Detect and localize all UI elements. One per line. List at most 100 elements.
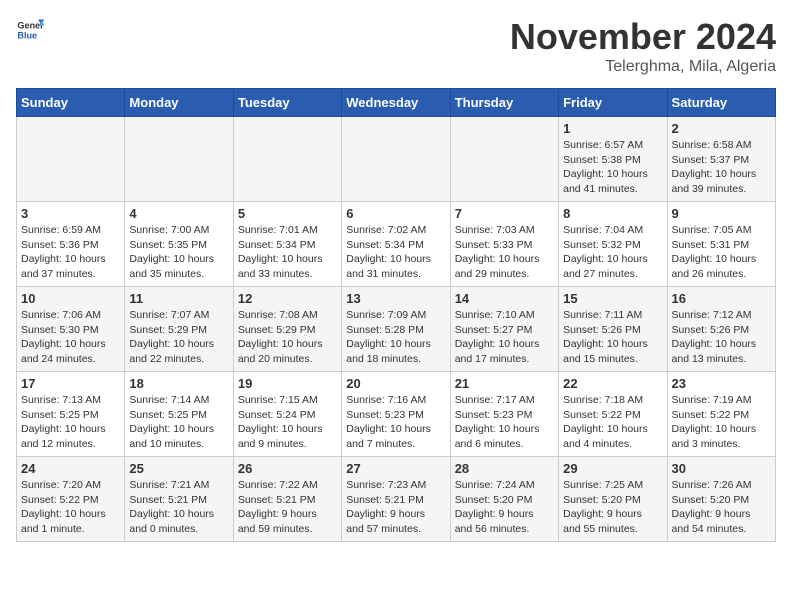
calendar-day-cell <box>342 117 450 202</box>
day-info: Sunrise: 7:05 AM Sunset: 5:31 PM Dayligh… <box>672 223 771 282</box>
weekday-header-cell: Monday <box>125 89 233 117</box>
weekday-header-cell: Saturday <box>667 89 775 117</box>
day-number: 21 <box>455 376 554 391</box>
title-area: November 2024 Telerghma, Mila, Algeria <box>510 16 776 76</box>
calendar-day-cell: 25 Sunrise: 7:21 AM Sunset: 5:21 PM Dayli… <box>125 457 233 542</box>
calendar-day-cell <box>450 117 558 202</box>
day-info: Sunrise: 7:15 AM Sunset: 5:24 PM Dayligh… <box>238 393 337 452</box>
day-number: 12 <box>238 291 337 306</box>
calendar-day-cell: 9 Sunrise: 7:05 AM Sunset: 5:31 PM Daylig… <box>667 202 775 287</box>
calendar-week-row: 24 Sunrise: 7:20 AM Sunset: 5:22 PM Dayli… <box>17 457 776 542</box>
calendar-day-cell: 16Sunrise: 7:12 AM Sunset: 5:26 PM Dayli… <box>667 287 775 372</box>
calendar-day-cell <box>233 117 341 202</box>
calendar-table: SundayMondayTuesdayWednesdayThursdayFrid… <box>16 88 776 542</box>
month-title: November 2024 <box>510 16 776 58</box>
day-info: Sunrise: 7:03 AM Sunset: 5:33 PM Dayligh… <box>455 223 554 282</box>
day-info: Sunrise: 7:26 AM Sunset: 5:20 PM Dayligh… <box>672 478 771 537</box>
day-number: 17 <box>21 376 120 391</box>
calendar-day-cell: 26Sunrise: 7:22 AM Sunset: 5:21 PM Dayli… <box>233 457 341 542</box>
calendar-day-cell: 13 Sunrise: 7:09 AM Sunset: 5:28 PM Dayli… <box>342 287 450 372</box>
day-number: 3 <box>21 206 120 221</box>
day-number: 8 <box>563 206 662 221</box>
day-number: 27 <box>346 461 445 476</box>
calendar-week-row: 1 Sunrise: 6:57 AM Sunset: 5:38 PM Daylig… <box>17 117 776 202</box>
calendar-day-cell: 15 Sunrise: 7:11 AM Sunset: 5:26 PM Dayli… <box>559 287 667 372</box>
day-info: Sunrise: 7:11 AM Sunset: 5:26 PM Dayligh… <box>563 308 662 367</box>
day-info: Sunrise: 7:19 AM Sunset: 5:22 PM Dayligh… <box>672 393 771 452</box>
day-number: 20 <box>346 376 445 391</box>
calendar-day-cell: 28 Sunrise: 7:24 AM Sunset: 5:20 PM Dayli… <box>450 457 558 542</box>
calendar-week-row: 3Sunrise: 6:59 AM Sunset: 5:36 PM Daylig… <box>17 202 776 287</box>
calendar-day-cell: 30 Sunrise: 7:26 AM Sunset: 5:20 PM Dayli… <box>667 457 775 542</box>
calendar-day-cell: 6 Sunrise: 7:02 AM Sunset: 5:34 PM Daylig… <box>342 202 450 287</box>
day-number: 18 <box>129 376 228 391</box>
day-info: Sunrise: 7:14 AM Sunset: 5:25 PM Dayligh… <box>129 393 228 452</box>
calendar-day-cell: 27 Sunrise: 7:23 AM Sunset: 5:21 PM Dayli… <box>342 457 450 542</box>
calendar-day-cell: 20Sunrise: 7:16 AM Sunset: 5:23 PM Dayli… <box>342 372 450 457</box>
calendar-day-cell: 11 Sunrise: 7:07 AM Sunset: 5:29 PM Dayli… <box>125 287 233 372</box>
calendar-day-cell: 24 Sunrise: 7:20 AM Sunset: 5:22 PM Dayli… <box>17 457 125 542</box>
day-number: 28 <box>455 461 554 476</box>
calendar-week-row: 10Sunrise: 7:06 AM Sunset: 5:30 PM Dayli… <box>17 287 776 372</box>
calendar-day-cell: 10Sunrise: 7:06 AM Sunset: 5:30 PM Dayli… <box>17 287 125 372</box>
calendar-week-row: 17 Sunrise: 7:13 AM Sunset: 5:25 PM Dayli… <box>17 372 776 457</box>
day-info: Sunrise: 7:13 AM Sunset: 5:25 PM Dayligh… <box>21 393 120 452</box>
calendar-day-cell: 23 Sunrise: 7:19 AM Sunset: 5:22 PM Dayli… <box>667 372 775 457</box>
day-number: 24 <box>21 461 120 476</box>
weekday-header-cell: Thursday <box>450 89 558 117</box>
day-number: 11 <box>129 291 228 306</box>
weekday-header-cell: Sunday <box>17 89 125 117</box>
day-number: 14 <box>455 291 554 306</box>
calendar-day-cell: 3Sunrise: 6:59 AM Sunset: 5:36 PM Daylig… <box>17 202 125 287</box>
calendar-day-cell: 1 Sunrise: 6:57 AM Sunset: 5:38 PM Daylig… <box>559 117 667 202</box>
day-info: Sunrise: 7:23 AM Sunset: 5:21 PM Dayligh… <box>346 478 445 537</box>
day-info: Sunrise: 7:02 AM Sunset: 5:34 PM Dayligh… <box>346 223 445 282</box>
calendar-day-cell: 29Sunrise: 7:25 AM Sunset: 5:20 PM Dayli… <box>559 457 667 542</box>
day-number: 7 <box>455 206 554 221</box>
calendar-day-cell: 12 Sunrise: 7:08 AM Sunset: 5:29 PM Dayli… <box>233 287 341 372</box>
day-info: Sunrise: 7:08 AM Sunset: 5:29 PM Dayligh… <box>238 308 337 367</box>
day-number: 10 <box>21 291 120 306</box>
weekday-header-cell: Friday <box>559 89 667 117</box>
day-number: 4 <box>129 206 228 221</box>
day-info: Sunrise: 7:00 AM Sunset: 5:35 PM Dayligh… <box>129 223 228 282</box>
calendar-day-cell: 7 Sunrise: 7:03 AM Sunset: 5:33 PM Daylig… <box>450 202 558 287</box>
day-info: Sunrise: 7:21 AM Sunset: 5:21 PM Dayligh… <box>129 478 228 537</box>
calendar-day-cell: 4 Sunrise: 7:00 AM Sunset: 5:35 PM Daylig… <box>125 202 233 287</box>
location-title: Telerghma, Mila, Algeria <box>510 58 776 76</box>
day-number: 30 <box>672 461 771 476</box>
calendar-day-cell <box>125 117 233 202</box>
day-info: Sunrise: 7:20 AM Sunset: 5:22 PM Dayligh… <box>21 478 120 537</box>
day-number: 1 <box>563 121 662 136</box>
calendar-day-cell: 2Sunrise: 6:58 AM Sunset: 5:37 PM Daylig… <box>667 117 775 202</box>
day-number: 13 <box>346 291 445 306</box>
day-info: Sunrise: 7:04 AM Sunset: 5:32 PM Dayligh… <box>563 223 662 282</box>
logo-icon: General Blue <box>16 16 44 44</box>
day-number: 19 <box>238 376 337 391</box>
day-info: Sunrise: 7:10 AM Sunset: 5:27 PM Dayligh… <box>455 308 554 367</box>
day-info: Sunrise: 7:01 AM Sunset: 5:34 PM Dayligh… <box>238 223 337 282</box>
calendar-day-cell: 17 Sunrise: 7:13 AM Sunset: 5:25 PM Dayli… <box>17 372 125 457</box>
day-number: 25 <box>129 461 228 476</box>
day-info: Sunrise: 7:24 AM Sunset: 5:20 PM Dayligh… <box>455 478 554 537</box>
day-number: 15 <box>563 291 662 306</box>
day-info: Sunrise: 7:09 AM Sunset: 5:28 PM Dayligh… <box>346 308 445 367</box>
day-number: 22 <box>563 376 662 391</box>
calendar-day-cell: 14 Sunrise: 7:10 AM Sunset: 5:27 PM Dayli… <box>450 287 558 372</box>
day-info: Sunrise: 7:18 AM Sunset: 5:22 PM Dayligh… <box>563 393 662 452</box>
weekday-header-row: SundayMondayTuesdayWednesdayThursdayFrid… <box>17 89 776 117</box>
day-number: 9 <box>672 206 771 221</box>
calendar-day-cell: 18 Sunrise: 7:14 AM Sunset: 5:25 PM Dayli… <box>125 372 233 457</box>
day-number: 23 <box>672 376 771 391</box>
weekday-header-cell: Wednesday <box>342 89 450 117</box>
day-info: Sunrise: 7:07 AM Sunset: 5:29 PM Dayligh… <box>129 308 228 367</box>
day-info: Sunrise: 6:57 AM Sunset: 5:38 PM Dayligh… <box>563 138 662 197</box>
day-number: 6 <box>346 206 445 221</box>
day-info: Sunrise: 7:17 AM Sunset: 5:23 PM Dayligh… <box>455 393 554 452</box>
day-info: Sunrise: 7:25 AM Sunset: 5:20 PM Dayligh… <box>563 478 662 537</box>
day-number: 2 <box>672 121 771 136</box>
weekday-header-cell: Tuesday <box>233 89 341 117</box>
page-header: General Blue November 2024 Telerghma, Mi… <box>16 16 776 76</box>
calendar-day-cell: 19 Sunrise: 7:15 AM Sunset: 5:24 PM Dayli… <box>233 372 341 457</box>
calendar-day-cell: 21 Sunrise: 7:17 AM Sunset: 5:23 PM Dayli… <box>450 372 558 457</box>
